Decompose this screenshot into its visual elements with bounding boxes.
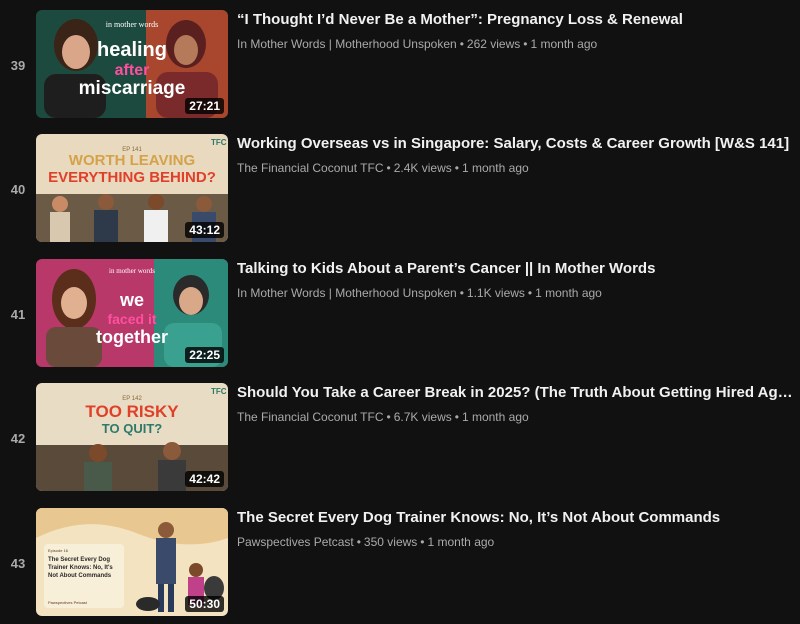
- thumbnail-tag: TFC: [211, 138, 227, 147]
- video-duration: 22:25: [185, 347, 224, 363]
- playlist-index: 43: [10, 556, 26, 571]
- upload-age: 1 month ago: [461, 410, 529, 424]
- video-thumbnail[interactable]: Episode 16 The Secret Every Dog Trainer …: [36, 508, 228, 616]
- video-duration: 27:21: [185, 98, 224, 114]
- upload-age: 1 month ago: [530, 37, 598, 51]
- playlist-video-list: 39 in mother words healing after miscarr…: [0, 0, 800, 624]
- video-title[interactable]: Talking to Kids About a Parent’s Cancer …: [237, 259, 793, 279]
- playlist-item[interactable]: 42 TFC EP 142 TOO RISKY TO QUIT? 42:42 S…: [0, 383, 800, 493]
- video-thumbnail[interactable]: in mother words healing after miscarriag…: [36, 10, 228, 118]
- video-duration: 50:30: [185, 596, 224, 612]
- video-thumbnail[interactable]: TFC EP 141 WORTH LEAVING EVERYTHING BEHI…: [36, 134, 228, 242]
- video-info: Talking to Kids About a Parent’s Cancer …: [237, 259, 793, 301]
- thumbnail-headline: The Secret Every Dog: [48, 557, 110, 563]
- playlist-item[interactable]: 40 TFC EP 141 WORTH LEAVING EVERYTHING B…: [0, 134, 800, 244]
- thumbnail-headline: faced it: [107, 311, 156, 327]
- thumbnail-headline: we: [119, 290, 144, 310]
- video-duration: 42:42: [185, 471, 224, 487]
- channel-name[interactable]: The Financial Coconut TFC: [237, 161, 384, 175]
- video-info: Working Overseas vs in Singapore: Salary…: [237, 134, 793, 176]
- thumbnail-brand: Pawspectives Petcast: [48, 600, 88, 605]
- video-info: “I Thought I’d Never Be a Mother”: Pregn…: [237, 10, 793, 52]
- thumbnail-headline: together: [96, 327, 168, 347]
- thumbnail-brand: in mother words: [106, 20, 158, 29]
- thumbnail-headline: after: [115, 62, 150, 79]
- thumbnail-brand: in mother words: [109, 267, 155, 275]
- thumbnail-headline: EVERYTHING BEHIND?: [48, 169, 216, 186]
- video-duration: 43:12: [185, 222, 224, 238]
- playlist-item[interactable]: 41 in mother words we faced it together …: [0, 259, 800, 369]
- thumbnail-headline: TOO RISKY: [85, 402, 179, 421]
- view-count: 6.7K views: [393, 410, 452, 424]
- video-title[interactable]: Working Overseas vs in Singapore: Salary…: [237, 134, 793, 154]
- video-info: The Secret Every Dog Trainer Knows: No, …: [237, 508, 793, 550]
- upload-age: 1 month ago: [535, 286, 602, 300]
- video-meta: The Financial Coconut TFC • 6.7K views • 1 m…: [237, 410, 529, 424]
- playlist-index: 39: [10, 58, 26, 73]
- thumbnail-headline: WORTH LEAVING: [69, 152, 195, 169]
- upload-age: 1 month ago: [427, 535, 495, 549]
- view-count: 1.1K views: [466, 286, 525, 300]
- video-thumbnail[interactable]: in mother words we faced it together 22:…: [36, 259, 228, 367]
- playlist-item[interactable]: 43 Episode 16 The Secret Every Dog Train…: [0, 508, 800, 618]
- playlist-index: 41: [10, 307, 26, 322]
- video-title[interactable]: “I Thought I’d Never Be a Mother”: Pregn…: [237, 10, 793, 30]
- view-count: 2.4K views: [393, 161, 452, 175]
- thumbnail-episode: Episode 16: [48, 548, 69, 553]
- video-meta: In Mother Words | Motherhood Unspoken • 26…: [237, 37, 598, 51]
- channel-name[interactable]: In Mother Words | Motherhood Unspoken: [237, 37, 457, 51]
- channel-name[interactable]: The Financial Coconut TFC: [237, 410, 384, 424]
- playlist-index: 42: [10, 431, 26, 446]
- thumbnail-tag: TFC: [211, 387, 227, 396]
- thumbnail-headline: healing: [97, 39, 167, 61]
- video-info: Should You Take a Career Break in 2025? …: [237, 383, 793, 425]
- view-count: 350 views: [363, 535, 418, 549]
- channel-name[interactable]: In Mother Words | Motherhood Unspoken: [237, 286, 457, 300]
- playlist-index: 40: [10, 182, 26, 197]
- video-thumbnail[interactable]: TFC EP 142 TOO RISKY TO QUIT? 42:42: [36, 383, 228, 491]
- video-title[interactable]: Should You Take a Career Break in 2025? …: [237, 383, 793, 403]
- video-meta: Pawspectives Petcast • 350 views • 1 month a…: [237, 535, 495, 549]
- upload-age: 1 month ago: [461, 161, 529, 175]
- video-meta: In Mother Words | Motherhood Unspoken • 1.…: [237, 286, 602, 300]
- video-title[interactable]: The Secret Every Dog Trainer Knows: No, …: [237, 508, 793, 528]
- thumbnail-headline: Trainer Knows: No, It's: [48, 565, 113, 571]
- view-count: 262 views: [466, 37, 521, 51]
- video-meta: The Financial Coconut TFC • 2.4K views • 1 m…: [237, 161, 529, 175]
- thumbnail-headline: TO QUIT?: [102, 421, 162, 436]
- thumbnail-headline: Not About Commands: [48, 573, 112, 579]
- channel-name[interactable]: Pawspectives Petcast: [237, 535, 354, 549]
- playlist-item[interactable]: 39 in mother words healing after miscarr…: [0, 10, 800, 120]
- thumbnail-headline: miscarriage: [79, 78, 186, 99]
